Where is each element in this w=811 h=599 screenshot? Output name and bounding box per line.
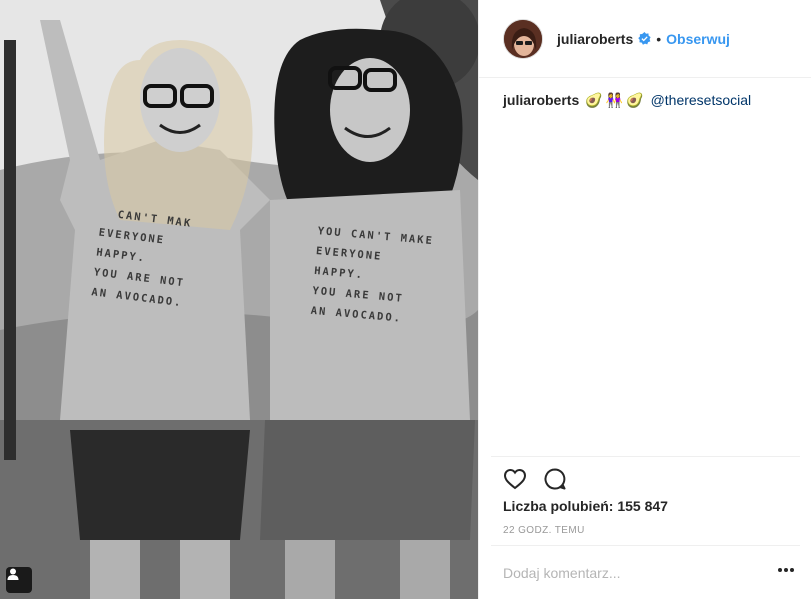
verified-badge-icon xyxy=(638,32,651,45)
avocado-emoji: 🥑 xyxy=(585,92,603,108)
post-actions xyxy=(491,456,800,500)
post-sidebar: juliaroberts • Obserwuj juliaroberts 🥑 👭… xyxy=(478,0,811,599)
avatar[interactable] xyxy=(503,18,543,59)
comment-input[interactable] xyxy=(503,564,743,581)
header-separator: • xyxy=(656,30,662,47)
avocado-emoji: 🥑 xyxy=(626,92,644,108)
more-options-icon[interactable] xyxy=(778,568,794,572)
post-header: juliaroberts • Obserwuj xyxy=(479,0,811,78)
user-tag-icon[interactable] xyxy=(6,567,32,593)
heart-icon[interactable] xyxy=(503,467,527,491)
comment-bubble-icon[interactable] xyxy=(543,467,567,491)
comment-bar xyxy=(491,545,800,599)
shirt-text-left: CAN'T MAK EVERYONE HAPPY. YOU ARE NOT AN… xyxy=(90,206,193,310)
more-dot xyxy=(784,568,788,572)
post-caption: juliaroberts 🥑 👭 🥑 @theresetsocial xyxy=(503,90,791,110)
follow-button[interactable]: Obserwuj xyxy=(666,31,730,47)
likes-count[interactable]: Liczba polubień: 155 847 xyxy=(503,498,668,514)
more-dot xyxy=(778,568,782,572)
username-link[interactable]: juliaroberts xyxy=(557,31,633,47)
caption-username[interactable]: juliaroberts xyxy=(503,90,579,110)
post-photo[interactable]: CAN'T MAK EVERYONE HAPPY. YOU ARE NOT AN… xyxy=(0,0,478,599)
more-dot xyxy=(790,568,794,572)
post-timestamp[interactable]: 22 GODZ. TEMU xyxy=(503,525,585,536)
caption-mention-link[interactable]: @theresetsocial xyxy=(651,90,752,110)
two-women-emoji: 👭 xyxy=(605,92,624,108)
instagram-post: CAN'T MAK EVERYONE HAPPY. YOU ARE NOT AN… xyxy=(0,0,811,599)
shirt-text-right: YOU CAN'T MAKE EVERYONE HAPPY. YOU ARE N… xyxy=(310,225,435,325)
